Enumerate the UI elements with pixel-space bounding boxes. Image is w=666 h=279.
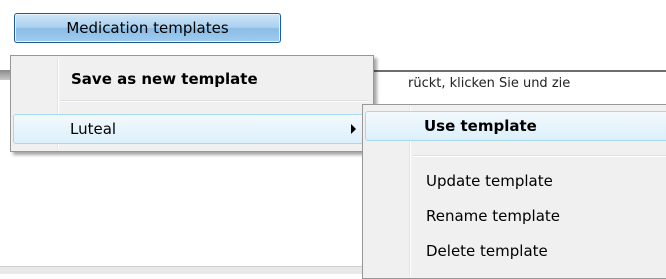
- menu-item-luteal[interactable]: Luteal: [13, 114, 371, 144]
- menu-item-label: Delete template: [426, 242, 548, 260]
- menu-item-label: Update template: [426, 172, 553, 190]
- menu-separator: [413, 155, 666, 157]
- templates-menu: Save as new template Luteal: [10, 55, 374, 152]
- medication-templates-label: Medication templates: [66, 19, 229, 37]
- menu-item-label: Use template: [424, 117, 537, 135]
- menu-item-save-as-new-template[interactable]: Save as new template: [13, 64, 371, 94]
- menu-item-rename-template[interactable]: Rename template: [365, 201, 666, 231]
- background-text-field: rückt, klicken Sie und zie: [372, 70, 666, 105]
- medication-templates-button[interactable]: Medication templates: [14, 13, 281, 43]
- menu-item-update-template[interactable]: Update template: [365, 166, 666, 196]
- background-field-text: rückt, klicken Sie und zie: [408, 76, 571, 91]
- menu-item-label: Luteal: [70, 120, 117, 138]
- menu-separator: [61, 100, 369, 102]
- luteal-submenu: Use template Update template Rename temp…: [362, 104, 666, 279]
- menu-item-use-template[interactable]: Use template: [365, 111, 666, 141]
- chevron-right-icon: [351, 124, 356, 134]
- menu-item-label: Rename template: [426, 207, 560, 225]
- menu-item-label: Save as new template: [71, 70, 258, 88]
- menu-item-delete-template[interactable]: Delete template: [365, 236, 666, 266]
